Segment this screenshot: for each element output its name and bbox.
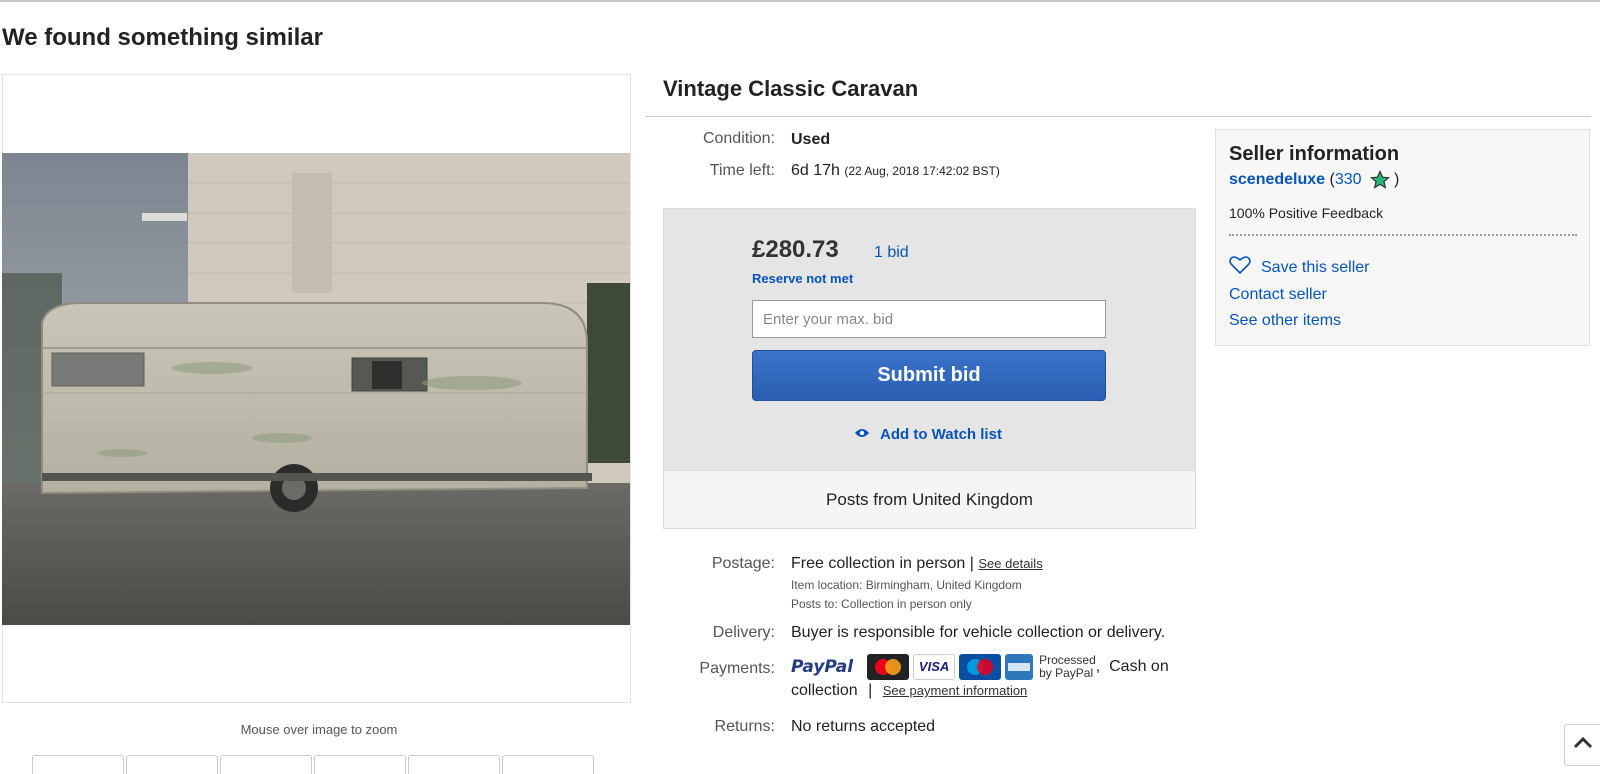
submit-bid-button[interactable]: Submit bid <box>752 350 1106 401</box>
positive-feedback: 100% Positive Feedback <box>1229 205 1384 221</box>
maestro-icon <box>959 654 1002 680</box>
amex-icon <box>1005 654 1034 680</box>
open-paren: ( <box>1325 171 1335 188</box>
visa-icon: VISA <box>913 654 956 680</box>
returns-label: Returns: <box>714 718 775 735</box>
mastercard-icon <box>867 654 910 680</box>
max-bid-input[interactable] <box>752 300 1106 338</box>
time-left-value: 6d 17h <box>791 162 840 179</box>
close-paren: ) <box>1389 171 1400 188</box>
title-divider <box>646 116 1591 117</box>
eye-icon <box>854 426 870 443</box>
posts-from: Posts from United Kingdom <box>663 471 1196 529</box>
star-icon <box>1369 170 1390 190</box>
processed-line1: Processed <box>1039 653 1096 667</box>
see-payment-information-link[interactable]: See payment information <box>883 683 1028 698</box>
thumbnail[interactable] <box>314 755 406 774</box>
posts-to: Posts to: Collection in person only <box>791 597 972 611</box>
feedback-score-link[interactable]: 330 <box>1335 171 1362 189</box>
condition-label: Condition: <box>702 130 775 147</box>
caravan-image <box>2 153 630 625</box>
time-left-end: (22 Aug, 2018 17:42:02 BST) <box>844 164 1000 178</box>
payments-label: Payments: <box>699 660 775 677</box>
delivery-label: Delivery: <box>712 624 775 641</box>
seller-name-link[interactable]: scenedeluxe <box>1229 171 1325 189</box>
postage-label: Postage: <box>711 555 775 572</box>
see-other-items-link[interactable]: See other items <box>1229 312 1341 330</box>
watch-label: Add to Watch list <box>880 426 1002 443</box>
processed-line2: by PayPal <box>1039 666 1094 680</box>
seller-line: scenedeluxe ( 330 ) <box>1229 170 1399 190</box>
postage-separator: | <box>969 555 974 572</box>
delivery-value: Buyer is responsible for vehicle collect… <box>791 624 1166 641</box>
thumbnail[interactable] <box>126 755 218 774</box>
thumbnail[interactable] <box>32 755 124 774</box>
thumbnail[interactable] <box>502 755 594 774</box>
postage-value: Free collection in person <box>791 555 966 572</box>
processed-by-paypal: Processed by PayPal <box>1039 654 1096 680</box>
time-left-label: Time left: <box>709 162 775 179</box>
item-title: Vintage Classic Caravan <box>663 76 919 101</box>
zoom-hint: Mouse over image to zoom <box>240 722 398 737</box>
see-details-link[interactable]: See details <box>978 556 1042 571</box>
collection-text: collection <box>791 682 858 699</box>
thumbnail[interactable] <box>220 755 312 774</box>
caravan-photo[interactable] <box>2 153 630 625</box>
thumbnail[interactable] <box>408 755 500 774</box>
page-heading: We found something similar <box>2 24 323 51</box>
reserve-status: Reserve not met <box>752 271 854 286</box>
thumbnail-strip <box>32 755 594 774</box>
item-location: Item location: Birmingham, United Kingdo… <box>791 578 1022 592</box>
back-to-top-button[interactable] <box>1564 724 1600 766</box>
bid-count-link[interactable]: 1 bid <box>874 244 909 262</box>
save-seller-link[interactable]: Save this seller <box>1229 256 1370 279</box>
returns-value: No returns accepted <box>791 718 936 735</box>
postage-row: Free collection in person | See details <box>791 555 1043 573</box>
top-divider <box>0 0 1600 2</box>
payment-separator: | <box>868 682 873 699</box>
condition-value: Used <box>791 131 831 148</box>
paypal-logo: PayPal <box>791 657 854 677</box>
payments-row: PayPal VISA Processed by PayPal , Cash o… <box>791 654 1191 700</box>
save-seller-label: Save this seller <box>1261 258 1370 276</box>
heart-icon <box>1229 256 1251 279</box>
time-left: 6d 17h (22 Aug, 2018 17:42:02 BST) <box>791 162 1000 180</box>
contact-seller-link[interactable]: Contact seller <box>1229 286 1327 304</box>
seller-divider <box>1229 234 1577 236</box>
seller-info-title: Seller information <box>1229 143 1400 165</box>
current-price: £280.73 <box>752 236 839 263</box>
chevron-up-icon <box>1573 736 1593 755</box>
add-to-watch-list-link[interactable]: Add to Watch list <box>854 426 1002 443</box>
cash-on-collection: , Cash on <box>1095 658 1169 675</box>
